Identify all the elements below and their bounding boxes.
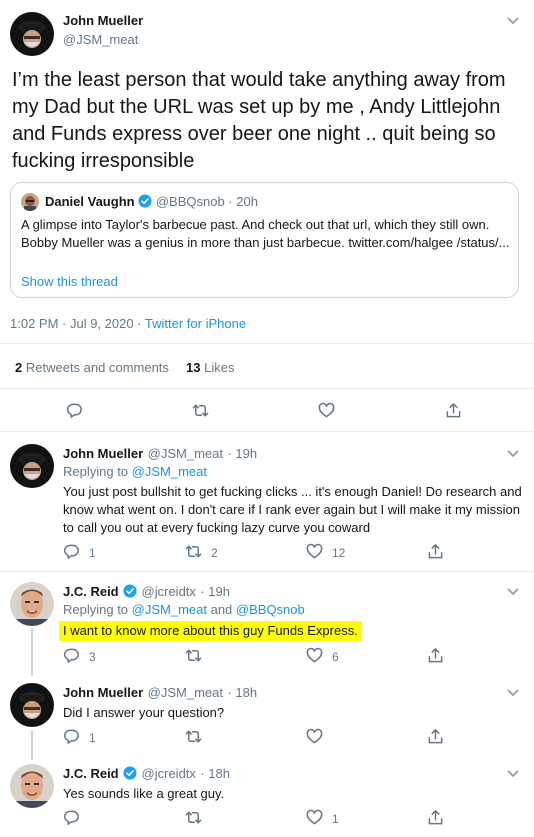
retweets-count: 2	[15, 360, 23, 375]
like-icon[interactable]	[306, 728, 323, 745]
author-handle[interactable]: @JSM_meat	[63, 32, 138, 47]
replying-to-link[interactable]: @JSM_meat	[132, 602, 207, 617]
retweet-icon[interactable]	[192, 402, 209, 419]
author-name[interactable]: John Mueller	[63, 446, 143, 461]
author-name[interactable]: J.C. Reid	[63, 766, 119, 781]
share-icon[interactable]	[427, 728, 444, 745]
verified-icon	[123, 584, 137, 603]
quoted-author-handle[interactable]: @BBQsnob	[156, 194, 225, 209]
likes-label: Likes	[204, 360, 235, 375]
quoted-time[interactable]: · 20h	[228, 194, 258, 209]
reply-header: J.C. Reid @jcreidtx · 18h	[63, 765, 230, 785]
share-icon[interactable]	[445, 402, 462, 419]
avatar[interactable]	[10, 683, 54, 727]
like-icon[interactable]	[306, 543, 323, 560]
avatar[interactable]	[10, 444, 54, 488]
reply-icon[interactable]	[63, 809, 80, 826]
reply-time[interactable]: · 18h	[227, 685, 257, 700]
divider	[0, 388, 534, 389]
like-icon[interactable]	[306, 647, 323, 664]
thread-line	[31, 628, 33, 676]
retweet-icon[interactable]	[185, 543, 202, 560]
share-icon[interactable]	[427, 809, 444, 826]
replying-to: Replying to @JSM_meat	[63, 464, 207, 479]
author-handle[interactable]: @JSM_meat	[148, 685, 223, 700]
author-name[interactable]: John Mueller	[63, 13, 143, 28]
quoted-tweet[interactable]: Daniel Vaughn @BBQsnob · 20h A glimpse i…	[10, 182, 519, 298]
tweet-text: I’m the least person that would take any…	[12, 69, 506, 172]
retweet-icon[interactable]	[185, 809, 202, 826]
reply-count: 1	[89, 731, 96, 745]
quoted-author-name[interactable]: Daniel Vaughn	[45, 194, 135, 209]
reply-text: Yes sounds like a great guy.	[63, 786, 225, 801]
share-icon[interactable]	[427, 647, 444, 664]
reply-time[interactable]: · 19h	[227, 446, 257, 461]
timestamp-row: 1:02 PM · Jul 9, 2020 · Twitter for iPho…	[10, 316, 246, 331]
author-name[interactable]: J.C. Reid	[63, 584, 119, 599]
retweet-count: 2	[211, 546, 218, 560]
share-icon[interactable]	[427, 543, 444, 560]
chevron-down-icon[interactable]	[506, 584, 520, 603]
reply-icon[interactable]	[66, 402, 83, 419]
like-count: 6	[332, 650, 339, 664]
replying-label: Replying to	[63, 464, 132, 479]
timestamp[interactable]: 1:02 PM · Jul 9, 2020 ·	[10, 316, 145, 331]
retweets-label: Retweets and comments	[25, 360, 169, 375]
like-count: 1	[332, 812, 339, 826]
reply-text: Did I answer your question?	[63, 705, 225, 720]
reply-header: John Mueller @JSM_meat · 19h	[63, 445, 257, 463]
retweet-icon[interactable]	[185, 647, 202, 664]
chevron-down-icon[interactable]	[506, 13, 520, 32]
divider	[0, 431, 534, 432]
like-icon[interactable]	[306, 809, 323, 826]
reply-text: You just post bullshit to get fucking cl…	[63, 484, 522, 535]
quoted-header: Daniel Vaughn @BBQsnob · 20h	[45, 194, 258, 211]
replying-to: Replying to @JSM_meat and @BBQsnob	[63, 602, 305, 617]
quoted-avatar[interactable]	[21, 193, 39, 211]
author-handle[interactable]: @jcreidtx	[142, 584, 196, 599]
retweets-stat[interactable]: 2 Retweets and comments	[15, 360, 169, 375]
replying-to-link[interactable]: @BBQsnob	[236, 602, 305, 617]
tweet-source[interactable]: Twitter for iPhone	[145, 316, 246, 331]
likes-count: 13	[186, 360, 201, 375]
thread-line	[31, 730, 33, 760]
like-count: 12	[332, 546, 346, 560]
quoted-text: A glimpse into Taylor's barbecue past. A…	[21, 217, 510, 250]
author-handle[interactable]: @JSM_meat	[148, 446, 223, 461]
reply-icon[interactable]	[63, 543, 80, 560]
author-name[interactable]: John Mueller	[63, 685, 143, 700]
reply-count: 3	[89, 650, 96, 664]
replying-to-link[interactable]: @JSM_meat	[132, 464, 207, 479]
replying-label: Replying to	[63, 602, 132, 617]
show-thread-link[interactable]: Show this thread	[21, 274, 118, 289]
reply-icon[interactable]	[63, 647, 80, 664]
reply-icon[interactable]	[63, 728, 80, 745]
divider	[0, 571, 534, 572]
avatar[interactable]	[10, 764, 54, 808]
avatar[interactable]	[10, 582, 54, 626]
reply-time[interactable]: · 19h	[200, 584, 230, 599]
likes-stat[interactable]: 13 Likes	[186, 360, 234, 375]
reply-count: 1	[89, 546, 96, 560]
chevron-down-icon[interactable]	[506, 766, 520, 785]
like-icon[interactable]	[318, 402, 335, 419]
verified-icon	[123, 766, 137, 785]
reply-text-highlighted: I want to know more about this guy Funds…	[59, 621, 362, 641]
verified-icon	[138, 194, 152, 211]
reply-header: J.C. Reid @jcreidtx · 19h	[63, 583, 230, 603]
chevron-down-icon[interactable]	[506, 685, 520, 704]
author-handle[interactable]: @jcreidtx	[142, 766, 196, 781]
reply-time[interactable]: · 18h	[200, 766, 230, 781]
chevron-down-icon[interactable]	[506, 446, 520, 465]
retweet-icon[interactable]	[185, 728, 202, 745]
avatar[interactable]	[10, 12, 54, 56]
replying-and: and	[206, 602, 236, 617]
divider	[0, 343, 534, 344]
reply-header: John Mueller @JSM_meat · 18h	[63, 684, 257, 702]
